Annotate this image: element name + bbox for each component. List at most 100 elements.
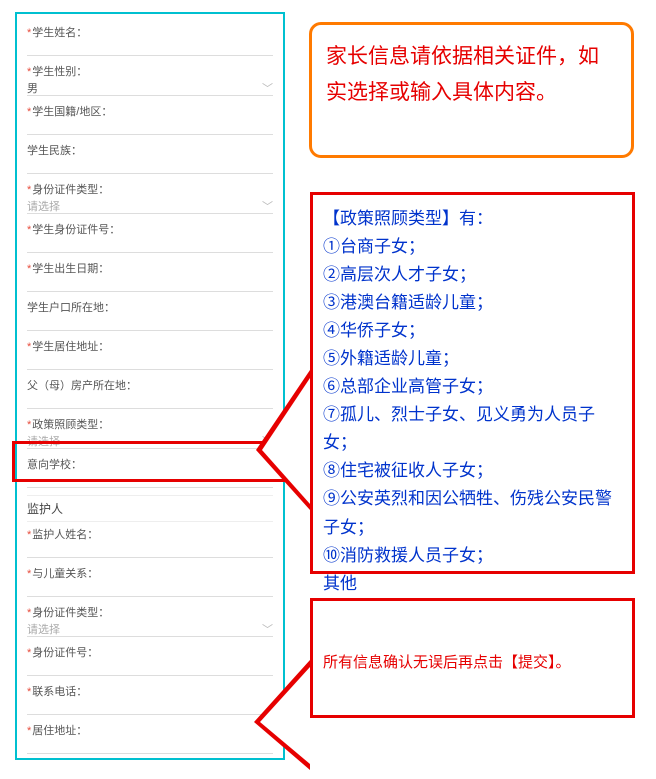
policy-item-0: ①台商子女； xyxy=(323,233,622,261)
callout-pointer-policy xyxy=(256,370,310,510)
text-input[interactable] xyxy=(27,277,273,292)
field-label: *学生身份证件号： xyxy=(27,221,273,237)
text-input[interactable] xyxy=(27,473,273,488)
chevron-down-icon: ﹀ xyxy=(262,198,273,214)
required-star: * xyxy=(27,263,31,275)
text-input[interactable] xyxy=(27,355,273,370)
policy-item-5: ⑥总部企业高管子女； xyxy=(323,373,622,401)
student-field-0: *学生姓名： xyxy=(27,24,273,56)
chevron-down-icon: ﹀ xyxy=(262,621,273,637)
required-star: * xyxy=(27,686,31,698)
label-text: 身份证件号： xyxy=(32,647,98,659)
text-input[interactable] xyxy=(27,582,273,597)
form-body: *学生姓名：*学生性别：男﹀*学生国籍/地区：学生民族：*身份证件类型：请选择﹀… xyxy=(17,14,283,760)
field-label: *学生出生日期： xyxy=(27,260,273,276)
guardian-field-3: *身份证件号： xyxy=(27,644,273,676)
field-label: *身份证件号： xyxy=(27,644,273,660)
field-label: *学生姓名： xyxy=(27,24,273,40)
required-star: * xyxy=(27,647,31,659)
text-input[interactable] xyxy=(27,739,273,754)
label-text: 学生居住地址： xyxy=(32,341,109,353)
label-text: 学生出生日期： xyxy=(32,263,109,275)
select-input[interactable]: 请选择 ﹀ xyxy=(27,621,273,637)
text-input[interactable] xyxy=(27,700,273,715)
label-text: 学生民族： xyxy=(27,145,82,157)
required-star: * xyxy=(27,184,31,196)
text-input[interactable] xyxy=(27,543,273,558)
label-text: 联系电话： xyxy=(32,686,87,698)
text-input[interactable] xyxy=(27,238,273,253)
field-label: *联系电话： xyxy=(27,683,273,699)
student-field-1: *学生性别：男﹀ xyxy=(27,63,273,96)
chevron-down-icon: ﹀ xyxy=(262,80,273,96)
label-text: 居住地址： xyxy=(32,725,87,737)
label-text: 政策照顾类型： xyxy=(32,419,109,431)
student-field-3: 学生民族： xyxy=(27,142,273,174)
select-value: 请选择 xyxy=(27,621,60,637)
label-text: 身份证件类型： xyxy=(32,184,109,196)
label-text: 学生国籍/地区： xyxy=(32,106,112,118)
student-field-4: *身份证件类型： 请选择 ﹀ xyxy=(27,181,273,214)
text-input[interactable] xyxy=(27,394,273,409)
student-field-2: *学生国籍/地区： xyxy=(27,103,273,135)
student-field-7: 学生户口所在地： xyxy=(27,299,273,331)
required-star: * xyxy=(27,224,31,236)
student-field-6: *学生出生日期： xyxy=(27,260,273,292)
policy-item-3: ④华侨子女； xyxy=(323,317,622,345)
note-policy-types: 【政策照顾类型】有： ①台商子女；②高层次人才子女；③港澳台籍适龄儿童；④华侨子… xyxy=(310,192,635,574)
policy-item-9: ⑩消防救援人员子女； xyxy=(323,542,622,570)
field-label: *身份证件类型： xyxy=(27,604,273,620)
required-star: * xyxy=(27,607,31,619)
label-text: 学生户口所在地： xyxy=(27,302,115,314)
select-value: 请选择 xyxy=(27,433,60,449)
text-input[interactable] xyxy=(27,661,273,676)
guardian-field-0: *监护人姓名： xyxy=(27,526,273,558)
callout-pointer-submit xyxy=(254,660,310,770)
guardian-field-2: *身份证件类型：请选择﹀ xyxy=(27,604,273,637)
policy-item-8: ⑨公安英烈和因公牺牲、伤残公安民警子女； xyxy=(323,485,622,541)
required-star: * xyxy=(27,568,31,580)
field-label: 父（母）房产所在地： xyxy=(27,377,273,393)
select-input[interactable]: 请选择﹀ xyxy=(27,433,273,449)
field-label: *居住地址： xyxy=(27,722,273,738)
student-field-9: 父（母）房产所在地： xyxy=(27,377,273,409)
field-label: 意向学校： xyxy=(27,456,273,472)
text-input[interactable] xyxy=(27,120,273,135)
field-label: *学生居住地址： xyxy=(27,338,273,354)
required-star: * xyxy=(27,419,31,431)
field-label: *政策照顾类型： xyxy=(27,416,273,432)
field-label: *学生性别： xyxy=(27,63,273,79)
label-text: 意向学校： xyxy=(27,459,82,471)
required-star: * xyxy=(27,341,31,353)
guardian-section-header: 监护人 xyxy=(27,495,273,522)
label-text: 学生性别： xyxy=(32,66,87,78)
select-value: 请选择 xyxy=(27,198,60,214)
registration-form-panel: *学生姓名：*学生性别：男﹀*学生国籍/地区：学生民族：*身份证件类型：请选择﹀… xyxy=(15,12,285,760)
label-text: 身份证件类型： xyxy=(32,607,109,619)
required-star: * xyxy=(27,725,31,737)
text-input[interactable] xyxy=(27,316,273,331)
field-label: *学生国籍/地区： xyxy=(27,103,273,119)
required-star: * xyxy=(27,66,31,78)
policy-item-1: ②高层次人才子女； xyxy=(323,261,622,289)
field-label: *与儿童关系： xyxy=(27,565,273,581)
label-text: 学生身份证件号： xyxy=(32,224,120,236)
text-input[interactable] xyxy=(27,159,273,174)
policy-item-6: ⑦孤儿、烈士子女、见义勇为人员子女； xyxy=(323,401,622,457)
guardian-field-1: *与儿童关系： xyxy=(27,565,273,597)
field-label: *监护人姓名： xyxy=(27,526,273,542)
label-text: 父（母）房产所在地： xyxy=(27,380,137,392)
student-field-5: *学生身份证件号： xyxy=(27,221,273,253)
field-label: 学生户口所在地： xyxy=(27,299,273,315)
student-field-10: *政策照顾类型：请选择﹀ xyxy=(27,416,273,449)
select-input[interactable]: 请选择 ﹀ xyxy=(27,198,273,214)
guardian-field-5: *居住地址： xyxy=(27,722,273,754)
text-input[interactable] xyxy=(27,41,273,56)
label-text: 与儿童关系： xyxy=(32,568,98,580)
select-input[interactable]: 男﹀ xyxy=(27,80,273,96)
policy-item-4: ⑤外籍适龄儿童； xyxy=(323,345,622,373)
student-field-11: 意向学校： xyxy=(27,456,273,488)
label-text: 监护人姓名： xyxy=(32,529,98,541)
required-star: * xyxy=(27,529,31,541)
required-star: * xyxy=(27,27,31,39)
